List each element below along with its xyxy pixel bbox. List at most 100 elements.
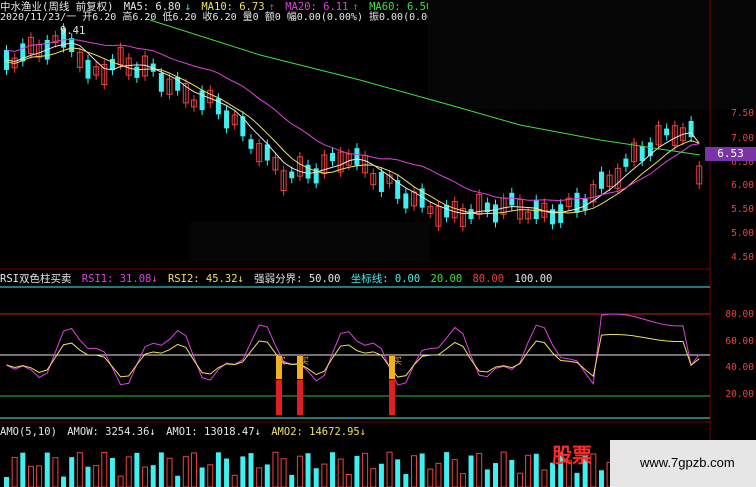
amo-bar	[76, 452, 83, 487]
buy-signal-label: 买	[277, 357, 287, 367]
candle-body	[639, 146, 645, 162]
amo-bar	[44, 452, 50, 487]
rsi1-line	[6, 313, 700, 386]
amo-bar	[69, 457, 75, 487]
candle-body	[623, 158, 629, 167]
amo-bar	[411, 455, 417, 487]
amo-bar	[61, 476, 67, 487]
candle-body	[403, 193, 409, 209]
amo-bar	[484, 469, 490, 487]
candle-body	[109, 59, 115, 71]
price-tick: 4.50	[731, 252, 754, 263]
ma60-line	[149, 19, 701, 156]
buy-signal-bar-bottom	[389, 380, 395, 415]
peak-price-label: 9.41	[60, 25, 86, 37]
candle-body	[378, 172, 384, 192]
amo-bar	[444, 452, 450, 487]
amo-bar	[386, 451, 393, 487]
amo-bar	[4, 477, 9, 487]
amo-bar	[215, 452, 221, 487]
watermark-logo: 股票	[552, 443, 592, 467]
buy-signal-label: 买	[393, 357, 403, 367]
amo-bar	[435, 462, 442, 487]
amo-bar	[525, 454, 532, 487]
amo-bar	[541, 469, 548, 487]
amo-bar	[354, 455, 360, 487]
amo-bar	[36, 465, 43, 487]
amo-bar	[190, 452, 197, 487]
candle-body	[664, 128, 670, 136]
amo-bar	[516, 472, 523, 487]
amo-bar	[378, 463, 384, 487]
watermark-site: www.7gpzb.com	[640, 455, 735, 470]
price-tick: 7.50	[731, 108, 754, 119]
amo-bar	[419, 453, 425, 487]
amo-bar	[256, 467, 263, 487]
candle-body	[158, 73, 164, 92]
amo-bar	[345, 473, 352, 487]
price-tick: 5.50	[731, 204, 754, 215]
rsi-axis-value: 坐标线: 0.00	[350, 273, 421, 285]
amo-bar	[109, 457, 115, 487]
candle-body	[354, 148, 360, 166]
amo-header: AMO(5,10) AMOW: 3254.36↓ AMO1: 13018.47↓…	[0, 426, 370, 438]
amo1-value: AMO1: 13018.47↓	[166, 426, 261, 438]
candle-body	[85, 59, 91, 79]
amo-bar	[574, 472, 580, 487]
amo-title: AMO(5,10)	[0, 426, 57, 438]
amo-bar	[476, 453, 483, 487]
rsi-header: RSI双色柱买卖 RSI1: 31.08↓ RSI2: 45.32↓ 强弱分界:…	[0, 273, 556, 285]
amo-bar	[272, 451, 279, 487]
amo-bar	[125, 456, 132, 487]
price-tick: 6.00	[731, 180, 754, 191]
amo-bar	[101, 451, 108, 487]
rsi1-value: RSI1: 31.08↓	[81, 273, 158, 285]
amo-bar	[493, 463, 498, 487]
amo-bar	[27, 465, 34, 487]
amo-bar	[182, 456, 189, 487]
rsi-100-value: 100.00	[514, 273, 553, 285]
amo-bar	[305, 453, 311, 487]
current-price-tag: 6.53	[705, 147, 756, 161]
amo-bar	[117, 475, 124, 487]
rsi-tick: 60.00	[725, 336, 754, 347]
amo-bar	[20, 452, 26, 487]
rsi-20-value: 20.00	[430, 273, 463, 285]
rsi-tick: 80.00	[725, 309, 754, 320]
candle-body	[224, 110, 230, 129]
amo-bar	[150, 465, 156, 487]
amow-value: AMOW: 3254.36↓	[67, 426, 156, 438]
amo-bar	[142, 466, 149, 487]
candle-body	[558, 204, 564, 223]
amo-bar	[166, 457, 173, 487]
amo-bar	[231, 474, 238, 487]
buy-signal-bar-bottom	[276, 380, 282, 415]
amo-bar	[11, 456, 18, 487]
amo-bar	[280, 458, 287, 487]
amo-bar	[500, 451, 507, 487]
amo-bar	[509, 459, 515, 487]
price-tick: 7.00	[731, 133, 754, 144]
rsi2-value: RSI2: 45.32↓	[167, 273, 244, 285]
candle-body	[330, 152, 335, 162]
amo-bar	[296, 455, 303, 487]
amo-bar	[93, 465, 100, 487]
candle-body	[468, 209, 474, 219]
watermark-site-box: www.7gpzb.com	[610, 440, 756, 487]
candle-body	[199, 90, 205, 111]
rsi-tick: 40.00	[725, 362, 754, 373]
amo-bar	[264, 464, 270, 487]
amo-bar	[330, 452, 335, 487]
chart-canvas[interactable]	[0, 0, 756, 487]
candle-body	[598, 171, 604, 189]
buy-signal-label: 买	[300, 357, 310, 367]
amo-bar	[134, 452, 140, 487]
amo-bar	[207, 464, 214, 487]
price-tick: 5.00	[731, 228, 754, 239]
amo-bar	[451, 459, 458, 487]
amo-bar	[85, 466, 91, 487]
amo-bar	[224, 458, 230, 487]
amo2-value: AMO2: 14672.95↓	[271, 426, 367, 438]
candle-body	[248, 139, 254, 149]
rsi-title: RSI双色柱买卖	[0, 273, 72, 285]
